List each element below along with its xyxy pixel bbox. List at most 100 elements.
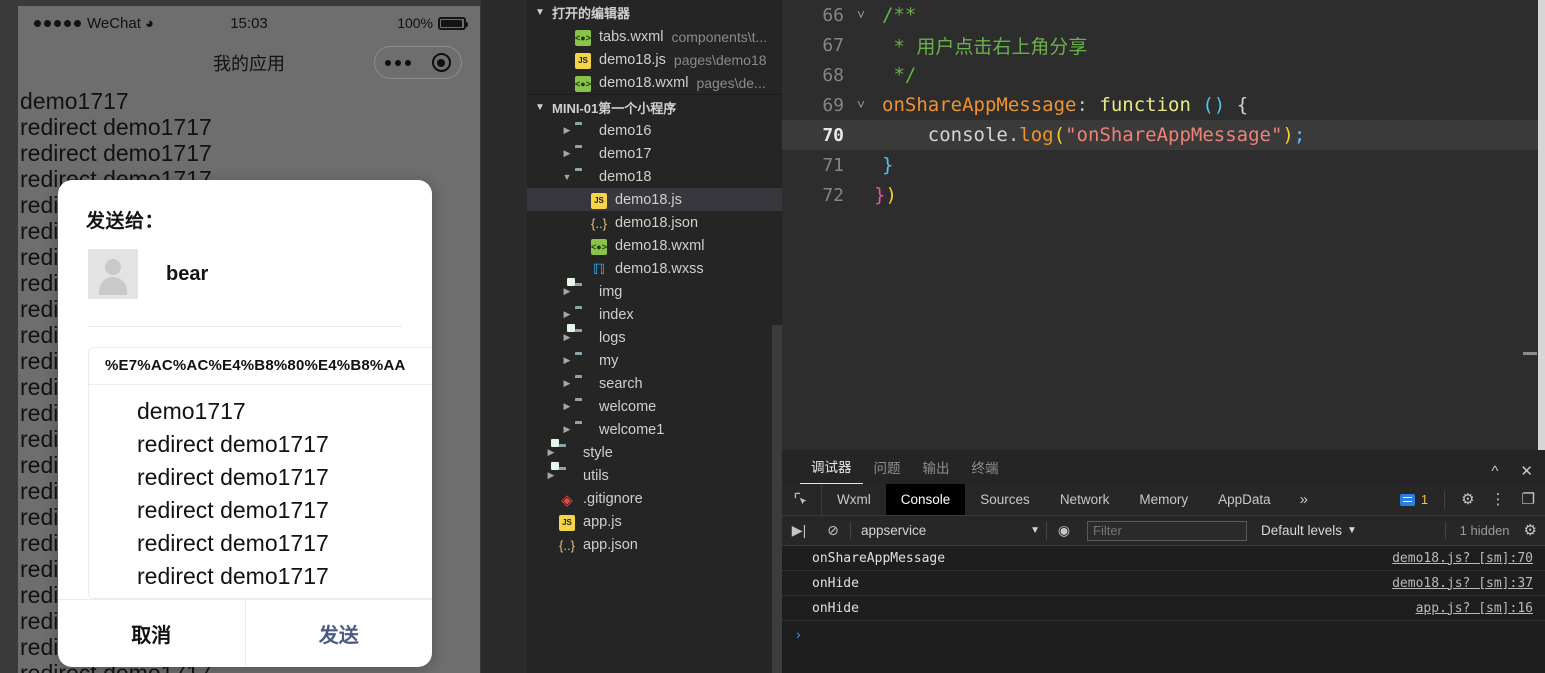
code-line: 68 */ — [782, 60, 1545, 90]
chevron-double-right-icon[interactable]: » — [1286, 491, 1322, 508]
tree-folder-item[interactable]: ▶ index — [527, 303, 782, 326]
devtools-tab-sources[interactable]: Sources — [965, 484, 1045, 515]
chevron-up-icon[interactable]: ^ — [1491, 464, 1498, 479]
chevron-down-icon[interactable]: ▼ — [1347, 525, 1357, 536]
tree-folder-item[interactable]: ▶ demo17 — [527, 142, 782, 165]
chevron-right-icon[interactable]: ▶ — [559, 332, 575, 343]
file-name: app.js — [583, 513, 622, 530]
tree-file-item[interactable]: JS app.js — [527, 510, 782, 533]
devtools-panel-tab[interactable]: 输出 — [912, 457, 961, 484]
more-dots-icon[interactable] — [385, 59, 412, 66]
console-prompt[interactable]: › — [782, 621, 1545, 646]
devtools-tab-appdata[interactable]: AppData — [1203, 484, 1286, 515]
chevron-right-icon[interactable]: ▶ — [543, 470, 559, 481]
target-circle-icon[interactable] — [431, 53, 451, 72]
chevron-right-icon[interactable]: ▶ — [559, 355, 575, 366]
tree-file-item[interactable]: ℿdemo18.wxss — [527, 257, 782, 280]
tree-folder-item[interactable]: ▶ demo16 — [527, 119, 782, 142]
chevron-down-icon[interactable]: ▼ — [559, 172, 575, 182]
chevron-right-icon[interactable]: ▶ — [559, 401, 575, 412]
file-name: welcome1 — [599, 421, 665, 438]
inspect-cursor-icon[interactable] — [782, 484, 822, 515]
console-log-source[interactable]: app.js? [sm]:16 — [1416, 601, 1533, 616]
tree-folder-item[interactable]: ▶ my — [527, 349, 782, 372]
devtools-panel-tab[interactable]: 调试器 — [800, 456, 863, 484]
chevron-right-icon[interactable]: ▶ — [559, 286, 575, 297]
close-icon[interactable]: ✕ — [1520, 464, 1533, 479]
chevron-right-icon[interactable]: ▶ — [559, 424, 575, 435]
devtools-panel-tab[interactable]: 问题 — [863, 457, 912, 484]
tree-folder-item[interactable]: ▶ style — [527, 438, 782, 464]
tree-file-item[interactable]: ◈ .gitignore — [527, 487, 782, 510]
chevron-right-icon[interactable]: ▶ — [559, 378, 575, 389]
editor-scrollbar[interactable] — [1523, 352, 1537, 355]
open-editor-item[interactable]: <●> demo18.wxml pages\de... — [527, 71, 782, 94]
tree-folder-item[interactable]: ▶ img — [527, 277, 782, 303]
devtools-panel-tabs: 调试器 问题 输出 终端 ^ ✕ — [782, 450, 1545, 484]
send-button[interactable]: 发送 — [246, 600, 433, 667]
tree-folder-item[interactable]: ▼ demo18 — [527, 165, 782, 188]
chevron-down-icon[interactable]: ▼ — [1030, 525, 1040, 536]
open-editor-item[interactable]: <●> tabs.wxml components\t... — [527, 25, 782, 48]
message-badge[interactable]: 1 — [1399, 492, 1428, 507]
chevron-right-icon: › — [796, 625, 801, 642]
share-target-contact[interactable]: bear — [58, 233, 432, 299]
code-editor[interactable]: 65 66 ˅ /** 67 * 用户点击右上角分享 68 */ 69 ˅ on… — [782, 0, 1545, 450]
js-file-icon: JS — [591, 192, 609, 209]
eye-icon[interactable]: ◉ — [1047, 522, 1081, 539]
chevron-down-icon[interactable]: ˅ — [848, 97, 874, 114]
devtools-panel-tab[interactable]: 终端 — [961, 457, 1010, 484]
project-header[interactable]: ▼ MINI-01第一个小程序 — [527, 94, 782, 119]
chevron-right-icon[interactable]: ▶ — [543, 447, 559, 458]
folder-icon — [575, 376, 593, 392]
tree-file-item[interactable]: <●> demo18.wxml — [527, 234, 782, 257]
gear-icon[interactable]: ⚙ — [1524, 523, 1537, 538]
capsule-button-group[interactable] — [374, 46, 462, 79]
devtools-tab-network[interactable]: Network — [1045, 484, 1125, 515]
open-editors-header[interactable]: ▼ 打开的编辑器 — [527, 0, 782, 25]
devtools-tab-memory[interactable]: Memory — [1124, 484, 1203, 515]
dock-panel-icon[interactable]: ❐ — [1522, 492, 1535, 507]
tree-file-item[interactable]: {..} demo18.json — [527, 211, 782, 234]
chevron-down-icon[interactable]: ˅ — [848, 7, 874, 24]
chevron-down-icon[interactable]: ▼ — [533, 102, 547, 113]
status-bar-battery: 100% — [397, 15, 468, 31]
console-log-source[interactable]: demo18.js? [sm]:37 — [1392, 576, 1533, 591]
filter-input[interactable] — [1087, 520, 1247, 541]
console-log-source[interactable]: demo18.js? [sm]:70 — [1392, 551, 1533, 566]
share-preview-line: redirect demo1717 — [137, 431, 329, 457]
tree-folder-item[interactable]: ▶ search — [527, 372, 782, 395]
log-levels-select[interactable]: Default levels ▼ — [1261, 523, 1357, 538]
js-file-icon: JS — [575, 52, 593, 69]
kebab-menu-icon[interactable]: ⋮ — [1491, 492, 1506, 507]
chevron-down-icon[interactable]: ▼ — [533, 7, 547, 18]
tree-folder-item[interactable]: ▶ welcome1 — [527, 418, 782, 441]
toggle-sidebar-icon[interactable]: ▶| — [782, 522, 816, 539]
code-line: 69 ˅ onShareAppMessage: function () { — [782, 90, 1545, 120]
chevron-right-icon[interactable]: ▶ — [559, 309, 575, 320]
share-preview-line: redirect demo1717 — [137, 563, 329, 589]
cancel-button[interactable]: 取消 — [58, 600, 246, 667]
no-entry-icon[interactable]: ⊘ — [816, 522, 850, 539]
chevron-right-icon[interactable]: ▶ — [559, 148, 575, 159]
devtools-tab-console[interactable]: Console — [885, 484, 966, 515]
folder-open-icon — [575, 169, 593, 185]
hidden-count-label: 1 hidden — [1459, 523, 1510, 538]
context-value: appservice — [861, 523, 927, 538]
tree-folder-item[interactable]: ▶ welcome — [527, 395, 782, 418]
open-editor-item[interactable]: JS demo18.js pages\demo18 — [527, 48, 782, 71]
share-preview-line: redirect demo1717 — [137, 497, 329, 523]
context-select[interactable]: appservice ▼ — [851, 523, 1046, 538]
tree-file-item[interactable]: JS demo18.js — [527, 188, 782, 211]
tree-folder-item[interactable]: ▶ utils — [527, 461, 782, 487]
contact-name: bear — [166, 262, 209, 285]
simulator-text-line: redirect demo1717 — [20, 114, 212, 140]
code-token-comment-text: 用户点击右上角分享 — [916, 35, 1088, 58]
chevron-right-icon[interactable]: ▶ — [559, 125, 575, 136]
gear-icon[interactable]: ⚙ — [1461, 492, 1474, 507]
tree-file-item[interactable]: {..} app.json — [527, 533, 782, 556]
explorer-scrollbar[interactable] — [772, 325, 782, 673]
devtools-tab-wxml[interactable]: Wxml — [822, 484, 886, 515]
tree-folder-item[interactable]: ▶ logs — [527, 323, 782, 349]
file-name: demo18.js — [615, 191, 682, 208]
